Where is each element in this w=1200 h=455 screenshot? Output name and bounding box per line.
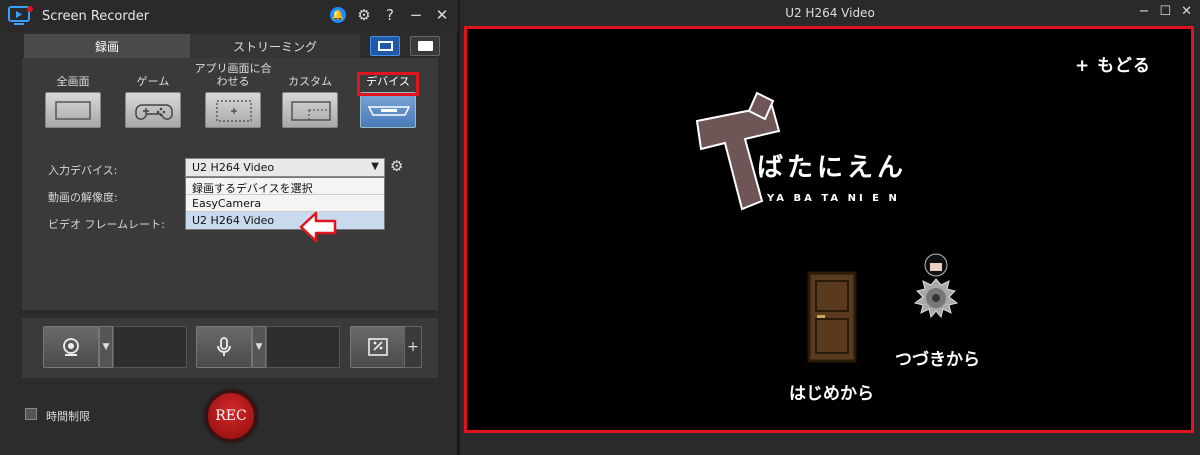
tab-streaming[interactable]: ストリーミング bbox=[190, 34, 360, 58]
start-from-beginning-button[interactable]: はじめから bbox=[789, 379, 874, 404]
screen-mode-icon bbox=[378, 41, 393, 51]
capture-mode-label: ゲーム bbox=[136, 75, 170, 88]
add-button[interactable]: + bbox=[404, 326, 422, 368]
dropdown-arrow-icon: ▼ bbox=[371, 161, 379, 172]
continue-button[interactable]: つづきから bbox=[895, 345, 980, 370]
input-device-select[interactable]: U2 H264 Video ▼ bbox=[185, 158, 385, 177]
capture-mode-label: カスタム bbox=[288, 75, 332, 88]
microphone-dropdown[interactable]: ▼ bbox=[252, 326, 266, 368]
minimize-icon[interactable]: − bbox=[1139, 4, 1150, 19]
microphone-icon bbox=[217, 337, 231, 356]
dropdown-option-placeholder[interactable]: 録画するデバイスを選択 bbox=[186, 178, 384, 195]
video-frame: + もどる ばたにえん YA BA TA NI E N はじめから つづきから bbox=[464, 26, 1194, 433]
webcam-preview-box bbox=[113, 326, 187, 368]
app-title: Screen Recorder bbox=[42, 9, 150, 24]
gamepad-icon[interactable] bbox=[125, 92, 181, 128]
capture-mode-app-window[interactable]: アプリ画面に合 わせる bbox=[194, 58, 272, 128]
time-limit-label: 時間制限 bbox=[46, 410, 90, 423]
resolution-label: 動画の解像度: bbox=[48, 191, 118, 204]
capture-mode-custom[interactable]: カスタム bbox=[281, 58, 339, 128]
device-highlight-box bbox=[357, 72, 419, 96]
capture-mode-fullscreen[interactable]: 全画面 bbox=[44, 58, 102, 128]
webcam-button[interactable] bbox=[43, 326, 99, 368]
device-dropdown-list: 録画するデバイスを選択 EasyCamera U2 H264 Video bbox=[185, 177, 385, 230]
device-icon[interactable] bbox=[360, 92, 416, 128]
selected-device-value: U2 H264 Video bbox=[192, 161, 275, 174]
webcam-icon bbox=[63, 338, 79, 356]
input-device-label: 入力デバイス: bbox=[48, 164, 118, 177]
framerate-label: ビデオ フレームレート: bbox=[48, 218, 165, 231]
continue-character-icon[interactable] bbox=[905, 251, 967, 339]
custom-area-icon[interactable] bbox=[282, 92, 338, 128]
desktop: Screen Recorder 🔔 ⚙ ? − ✕ 録画 ストリーミング 全画面… bbox=[0, 0, 1200, 455]
screen-mode-button[interactable] bbox=[370, 36, 400, 56]
screen-recorder-window: Screen Recorder 🔔 ⚙ ? − ✕ 録画 ストリーミング 全画面… bbox=[0, 0, 458, 455]
microphone-level-box bbox=[266, 326, 340, 368]
back-link[interactable]: + もどる bbox=[1075, 51, 1151, 76]
notification-icon[interactable]: 🔔 bbox=[330, 7, 346, 23]
effects-button[interactable] bbox=[350, 326, 406, 368]
rec-button[interactable]: REC bbox=[205, 390, 257, 442]
title-bar-controls: 🔔 ⚙ ? − ✕ bbox=[330, 6, 450, 24]
capture-mode-label: 全画面 bbox=[56, 75, 90, 88]
app-logo-icon bbox=[8, 6, 33, 25]
game-logo-romaji: YA BA TA NI E N bbox=[767, 193, 900, 204]
microphone-button[interactable] bbox=[196, 326, 252, 368]
gear-icon[interactable]: ⚙ bbox=[356, 6, 372, 24]
close-icon[interactable]: ✕ bbox=[1181, 4, 1192, 19]
capture-mode-game[interactable]: ゲーム bbox=[124, 58, 182, 128]
video-window-title: U2 H264 Video bbox=[785, 6, 875, 20]
maximize-icon[interactable]: ☐ bbox=[1159, 4, 1171, 19]
window-mode-icon bbox=[418, 41, 433, 51]
capture-mode-label: アプリ画面に合 わせる bbox=[194, 62, 272, 88]
minimize-icon[interactable]: − bbox=[408, 6, 424, 24]
webcam-dropdown[interactable]: ▼ bbox=[99, 326, 113, 368]
window-mode-button[interactable] bbox=[410, 36, 440, 56]
dropdown-option-easycamera[interactable]: EasyCamera bbox=[186, 195, 384, 212]
fullscreen-icon[interactable] bbox=[45, 92, 101, 128]
device-settings-gear-icon[interactable]: ⚙ bbox=[390, 157, 403, 175]
time-limit-checkbox[interactable] bbox=[25, 408, 37, 420]
title-bar: Screen Recorder 🔔 ⚙ ? − ✕ bbox=[0, 0, 458, 32]
tab-record[interactable]: 録画 bbox=[24, 34, 190, 58]
video-preview-window: U2 H264 Video − ☐ ✕ + もどる ばたにえん YA BA TA… bbox=[460, 0, 1200, 455]
effects-icon bbox=[368, 338, 388, 356]
help-icon[interactable]: ? bbox=[382, 6, 398, 24]
dropdown-option-u2-h264[interactable]: U2 H264 Video bbox=[186, 212, 384, 229]
video-window-controls: − ☐ ✕ bbox=[1139, 4, 1192, 19]
close-icon[interactable]: ✕ bbox=[434, 6, 450, 24]
annotation-arrow-icon bbox=[299, 211, 337, 243]
app-window-icon[interactable] bbox=[205, 92, 261, 128]
video-window-bottom-bar bbox=[460, 436, 1200, 455]
door-icon[interactable] bbox=[805, 271, 859, 363]
game-logo-title: ばたにえん bbox=[757, 153, 908, 183]
